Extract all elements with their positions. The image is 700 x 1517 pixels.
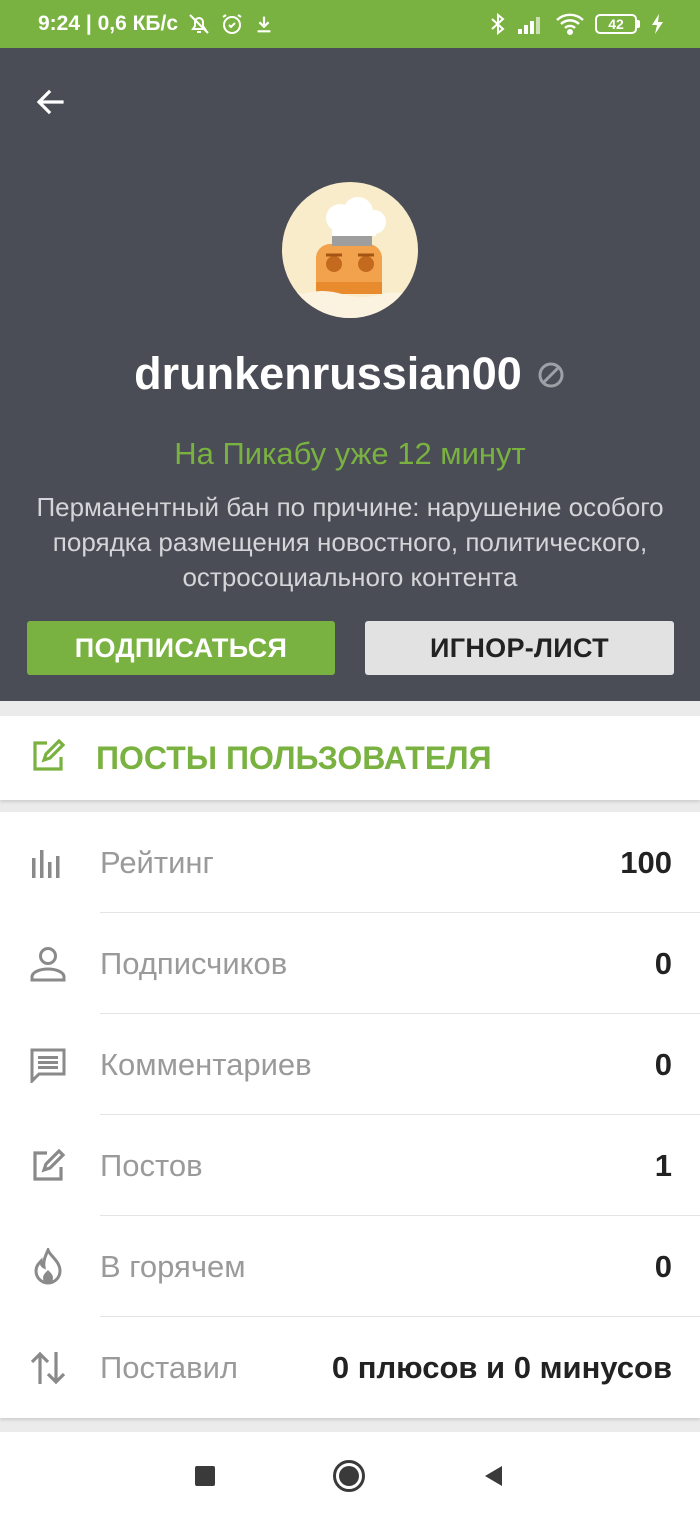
download-icon	[253, 13, 275, 35]
stat-row-comments: Комментариев 0	[0, 1014, 700, 1115]
back-button[interactable]	[475, 1458, 511, 1494]
mute-icon	[187, 12, 211, 36]
stat-label: В горячем	[100, 1248, 246, 1284]
system-nav-bar	[0, 1432, 700, 1517]
alarm-icon	[220, 12, 244, 36]
stat-label: Подписчиков	[100, 945, 288, 981]
stats-list: Рейтинг 100 Подписчиков 0 Комментариев 0…	[0, 812, 700, 1418]
charging-icon	[650, 13, 664, 35]
user-posts-link[interactable]: ПОСТЫ ПОЛЬЗОВАТЕЛЯ	[0, 716, 700, 800]
comment-icon	[0, 1047, 100, 1083]
subscribe-button[interactable]: ПОДПИСАТЬСЯ	[27, 621, 335, 675]
stat-label: Комментариев	[100, 1046, 312, 1082]
recent-apps-button[interactable]	[187, 1458, 223, 1494]
battery-icon: 42	[595, 14, 640, 34]
stat-value: 0	[654, 1046, 672, 1082]
ignore-list-button[interactable]: ИГНОР-ЛИСТ	[365, 621, 674, 675]
stat-label: Постов	[100, 1147, 203, 1183]
stat-label: Поставил	[100, 1349, 238, 1385]
bluetooth-icon	[489, 12, 507, 36]
ban-reason: Перманентный бан по причине: нарушение о…	[36, 492, 664, 592]
stat-value: 100	[620, 844, 672, 880]
status-bar: 9:24 | 0,6 КБ/с 42	[0, 0, 700, 48]
wifi-icon	[555, 13, 585, 35]
battery-level: 42	[595, 14, 637, 34]
home-button[interactable]	[331, 1458, 367, 1494]
avatar[interactable]	[282, 182, 418, 318]
stat-value: 1	[654, 1147, 672, 1183]
username: drunkenrussian00	[134, 348, 522, 399]
edit-icon	[0, 1148, 100, 1184]
stat-value: 0	[654, 1248, 672, 1284]
rating-icon	[0, 848, 100, 878]
stat-row-rating: Рейтинг 100	[0, 812, 700, 913]
stat-value: 0	[654, 945, 672, 981]
stat-row-subscribers: Подписчиков 0	[0, 913, 700, 1014]
person-icon	[0, 946, 100, 982]
ban-icon	[536, 360, 566, 395]
user-posts-label: ПОСТЫ ПОЛЬЗОВАТЕЛЯ	[96, 739, 492, 776]
fire-icon	[0, 1247, 100, 1286]
status-time: 9:24 | 0,6 КБ/с	[38, 12, 179, 35]
edit-icon	[30, 738, 66, 779]
member-since: На Пикабу уже 12 минут	[174, 436, 526, 471]
signal-icon	[517, 13, 545, 35]
stat-row-votes: Поставил 0 плюсов и 0 минусов	[0, 1317, 700, 1418]
stat-label: Рейтинг	[100, 844, 214, 880]
back-arrow-icon[interactable]	[28, 80, 72, 124]
sort-arrows-icon	[0, 1350, 100, 1386]
stat-value: 0 плюсов и 0 минусов	[331, 1349, 672, 1385]
profile-header: drunkenrussian00 На Пикабу уже 12 минут …	[0, 48, 700, 701]
stat-row-posts: Постов 1	[0, 1115, 700, 1216]
stat-row-hot: В горячем 0	[0, 1216, 700, 1317]
